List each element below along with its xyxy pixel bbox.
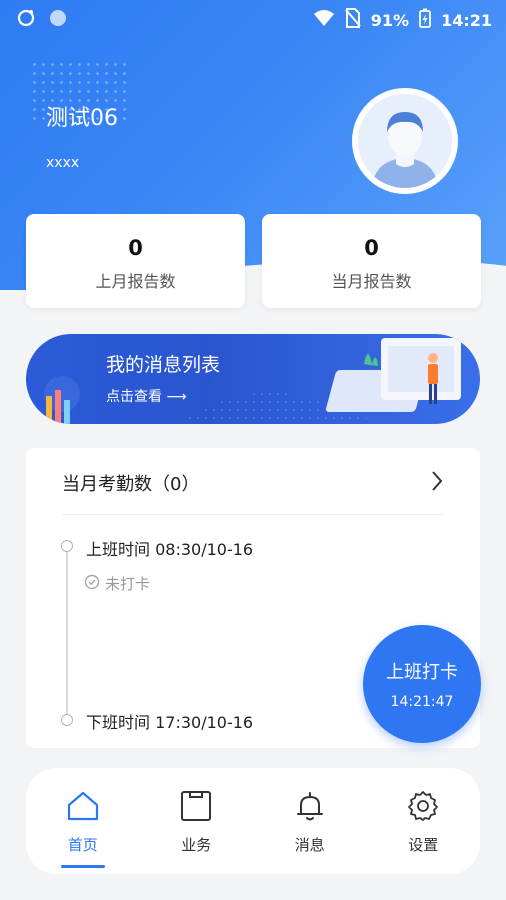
banner-illustration [44,338,461,424]
check-circle-icon [84,574,100,594]
clock-in-time: 上班时间 08:30/10-16 [86,540,254,559]
timeline-line [66,548,68,720]
tab-business-label: 业务 [181,836,212,854]
this-month-reports-count: 0 [364,236,379,260]
last-month-reports-label: 上月报告数 [95,272,176,291]
battery-charging-icon [419,8,431,32]
tab-messages[interactable]: 消息 [253,768,367,874]
avatar[interactable] [352,88,458,194]
attendance-header[interactable]: 当月考勤数（0） [62,470,199,496]
tab-messages-label: 消息 [294,836,325,854]
last-month-reports-card[interactable]: 0 上月报告数 [26,214,245,308]
active-tab-indicator [60,865,105,868]
punch-in-button[interactable]: 上班打卡 14:21:47 [363,625,481,743]
clipboard-icon [180,790,212,826]
wifi-icon [313,9,335,31]
punch-in-time: 14:21:47 [390,694,454,710]
this-month-reports-card[interactable]: 0 当月报告数 [262,214,481,308]
banner-title: 我的消息列表 [106,354,221,376]
last-month-reports-count: 0 [128,236,143,260]
punch-in-label: 上班打卡 [386,662,458,683]
tab-settings[interactable]: 设置 [367,768,481,874]
tab-business[interactable]: 业务 [140,768,254,874]
divider [62,514,444,515]
status-bar: 91% 14:21 [0,0,506,36]
message-list-banner[interactable]: 我的消息列表 点击查看 ⟶ [26,334,480,424]
user-name: 测试06 [46,106,118,131]
clock-in-status-text: 未打卡 [105,575,151,593]
this-month-reports-label: 当月报告数 [331,272,412,291]
bell-icon [294,790,326,826]
clock-in-dot [61,540,73,552]
tab-home[interactable]: 首页 [26,768,140,874]
chevron-right-icon[interactable] [430,470,444,496]
clock-in-status: 未打卡 [84,573,150,594]
bottom-tab-bar: 首页 业务 消息 设置 [26,768,480,874]
tab-home-label: 首页 [67,836,98,854]
app-notification-icon [16,8,36,32]
clock-out-dot [61,714,73,726]
circle-notification-icon [48,8,68,32]
gear-icon [407,790,439,826]
user-subtitle: xxxx [46,155,80,171]
clock-out-time: 下班时间 17:30/10-16 [86,713,254,732]
no-sim-icon [345,8,361,32]
tab-settings-label: 设置 [408,836,439,854]
home-icon [66,790,100,826]
view-link[interactable]: 点击查看 ⟶ [106,386,187,406]
user-avatar-icon [358,94,452,188]
battery-percent: 91% [370,10,410,30]
clock-time: 14:21 [441,10,492,30]
